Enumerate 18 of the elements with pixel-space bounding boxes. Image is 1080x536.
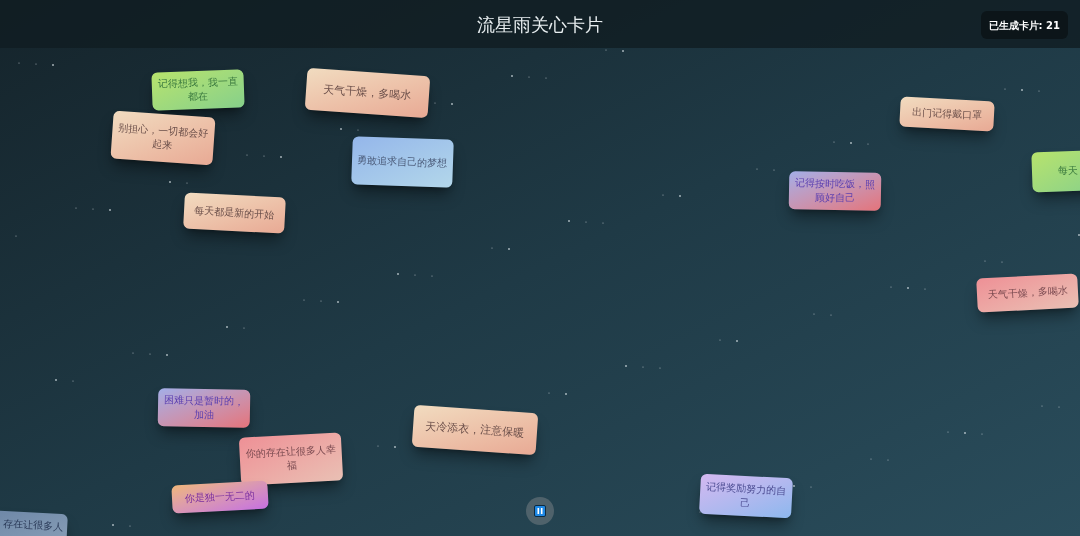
message-card: 出门记得戴口罩: [899, 96, 995, 132]
message-card: 每天都是新的开始: [183, 192, 286, 234]
pause-icon: [534, 505, 546, 517]
message-card: 你的存在让很多人幸福: [238, 432, 344, 486]
pause-button[interactable]: [526, 497, 554, 525]
message-card: 困难只是暂时的，加油: [157, 388, 251, 428]
message-card: 你是独一无二的: [171, 480, 269, 514]
message-card: 记得奖励努力的自己: [699, 473, 793, 519]
message-card: 勇敢追求自己的梦想: [351, 136, 454, 188]
card-counter: 已生成卡片: 21: [980, 11, 1068, 39]
message-card: 天气干燥，多喝水: [304, 67, 431, 119]
message-card: 记得按时吃饭，照顾好自己: [788, 171, 882, 211]
message-card: 天冷添衣，注意保暖: [411, 404, 539, 456]
message-card: 天气干燥，多喝水: [976, 273, 1079, 313]
message-card: 存在让很多人: [0, 509, 68, 536]
page-title: 流星雨关心卡片: [477, 12, 603, 37]
message-card: 每天: [1031, 149, 1080, 193]
message-card: 别担心，一切都会好起来: [110, 110, 216, 166]
